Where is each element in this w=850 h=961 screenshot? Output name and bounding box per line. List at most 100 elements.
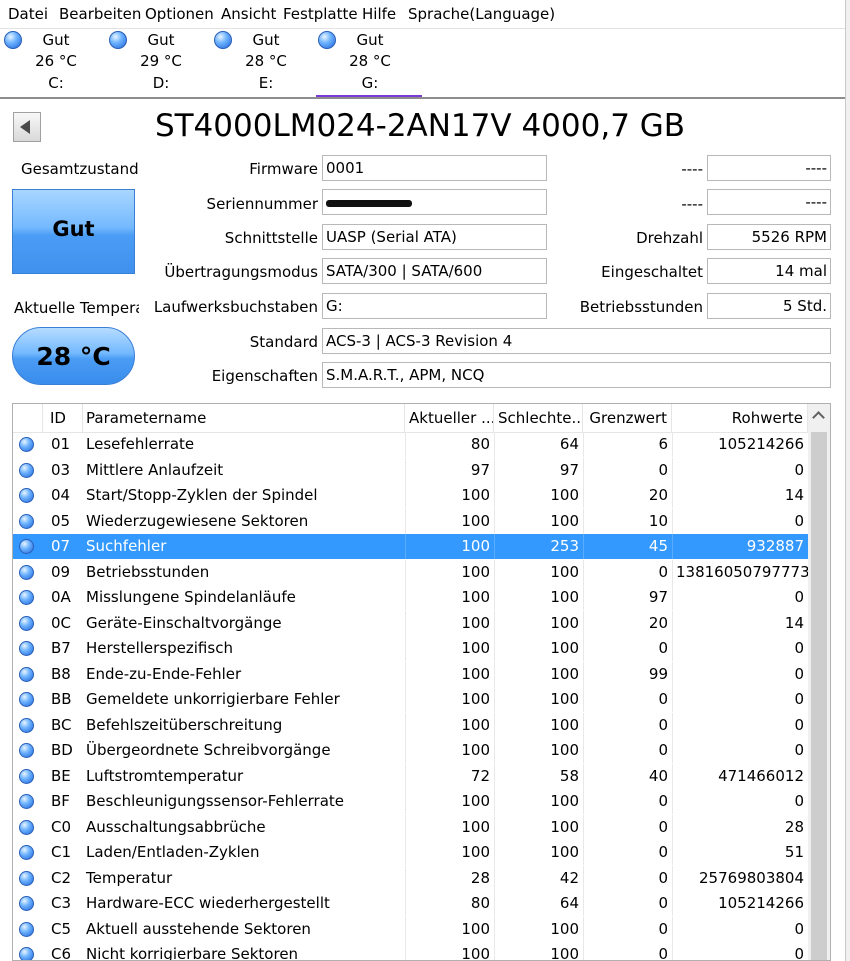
cell-threshold: 0 [658, 562, 668, 581]
cell-threshold: 0 [658, 792, 668, 810]
table-row[interactable]: 07 Suchfehler 100 253 45 932887 [13, 534, 808, 559]
menu-sprache[interactable]: Sprache(Language) [408, 5, 555, 23]
previous-drive-button[interactable] [13, 112, 41, 142]
column-divider [494, 942, 495, 960]
standard-field[interactable]: ACS-3 | ACS-3 Revision 4 [322, 328, 831, 354]
menu-bearbeiten[interactable]: Bearbeiten [59, 5, 141, 23]
power-on-count-field[interactable]: 14 mal [707, 258, 831, 284]
health-status-button[interactable]: Gut [12, 189, 135, 274]
column-divider [494, 712, 495, 738]
table-row[interactable]: C6 Nicht korrigierbare Sektoren 100 100 0 0 [13, 942, 808, 960]
table-row[interactable]: 0C Geräte-Einschaltvorgänge 100 100 20 14 [13, 610, 808, 636]
table-row[interactable]: 04 Start/Stopp-Zyklen der Spindel 100 100 20… [13, 483, 808, 508]
table-row[interactable]: BF Beschleunigungssensor-Fehlerrate 100 100… [13, 789, 808, 814]
transfer-mode-field[interactable]: SATA/300 | SATA/600 [322, 258, 547, 284]
table-row[interactable]: B8 Ende-zu-Ende-Fehler 100 100 99 0 [13, 661, 808, 687]
cell-current: 97 [470, 460, 490, 479]
column-divider [494, 585, 495, 610]
column-divider [583, 687, 584, 712]
cell-id: C1 [51, 843, 72, 861]
table-row[interactable]: B7 Herstellerspezifisch 100 100 0 0 [13, 636, 808, 661]
disk-title: ST4000LM024-2AN17V 4000,7 GB [154, 108, 686, 144]
cell-worst: 100 [550, 562, 579, 581]
drive-tab-d[interactable]: Gut 29 °C D: [107, 29, 207, 95]
unknown-label-2: ---- [681, 195, 703, 213]
unknown-field-1[interactable]: ---- [707, 155, 831, 181]
column-header-name[interactable]: Parametername [83, 404, 405, 432]
table-row[interactable]: 05 Wiederzugewiesene Sektoren 100 100 10 0 [13, 508, 808, 534]
cell-id: BD [51, 741, 73, 759]
column-divider [405, 916, 406, 942]
column-divider [494, 534, 495, 559]
column-divider [405, 763, 406, 789]
column-divider [405, 891, 406, 916]
cell-id: C2 [51, 868, 72, 887]
table-row[interactable]: C1 Laden/Entladen-Zyklen 100 100 0 51 [13, 840, 808, 865]
status-good-icon [19, 488, 34, 503]
column-divider [672, 763, 673, 789]
menu-ansicht[interactable]: Ansicht [221, 5, 276, 23]
smart-attribute-table[interactable]: ID Parametername Aktueller ... Schlechte… [12, 403, 831, 961]
menu-hilfe[interactable]: Hilfe [362, 5, 396, 23]
column-divider [405, 712, 406, 738]
table-row[interactable]: BD Übergeordnete Schreibvorgänge 100 100 0 0 [13, 738, 808, 763]
column-header-current[interactable]: Aktueller ... [405, 404, 494, 432]
column-divider [583, 865, 584, 891]
unknown-field-2[interactable]: ---- [707, 189, 831, 215]
table-row[interactable]: C5 Aktuell ausstehende Sektoren 100 100 0 0 [13, 916, 808, 942]
column-divider [672, 534, 673, 559]
drive-temperature: 28 °C [349, 52, 391, 70]
temperature-indicator[interactable]: 28 °C [12, 327, 135, 385]
cell-worst: 58 [559, 766, 579, 785]
rpm-field[interactable]: 5526 RPM [707, 224, 831, 250]
menu-festplatte[interactable]: Festplatte [283, 5, 358, 23]
column-header-worst[interactable]: Schlechte... [494, 404, 583, 432]
vertical-scrollbar[interactable] [808, 404, 830, 960]
drive-letters-field[interactable]: G: [322, 293, 547, 319]
cell-worst: 100 [550, 639, 579, 657]
table-row[interactable]: 09 Betriebsstunden 100 100 0 138160507977733 [13, 559, 808, 585]
table-row[interactable]: 0A Misslungene Spindelanläufe 100 100 97 0 [13, 585, 808, 610]
table-row[interactable]: 01 Lesefehlerrate 80 64 6 105214266 [13, 432, 808, 457]
drive-tab-g[interactable]: Gut 28 °C G: [316, 29, 422, 97]
scroll-up-button[interactable] [808, 404, 830, 430]
cell-current: 100 [461, 690, 490, 708]
column-header-raw[interactable]: Rohwerte [672, 404, 808, 432]
features-field[interactable]: S.M.A.R.T., APM, NCQ [322, 362, 831, 388]
table-row[interactable]: C0 Ausschaltungsabbrüche 100 100 0 28 [13, 814, 808, 840]
interface-field[interactable]: UASP (Serial ATA) [322, 224, 547, 250]
menu-optionen[interactable]: Optionen [145, 5, 214, 23]
menu-datei[interactable]: Datei [8, 5, 48, 23]
table-row[interactable]: BE Luftstromtemperatur 72 58 40 471466012 [13, 763, 808, 789]
status-good-icon [19, 870, 34, 886]
column-divider [494, 840, 495, 865]
unknown-label-1: ---- [681, 160, 703, 178]
cell-worst: 100 [550, 511, 579, 530]
status-good-icon [318, 31, 336, 49]
chevron-up-icon [812, 411, 825, 424]
drive-temperature: 26 °C [35, 52, 77, 70]
column-header-threshold[interactable]: Grenzwert [583, 404, 672, 432]
serial-field[interactable] [322, 189, 547, 215]
table-row[interactable]: 03 Mittlere Anlaufzeit 97 97 0 0 [13, 457, 808, 483]
drive-tab-e[interactable]: Gut 28 °C E: [212, 29, 312, 95]
cell-raw: 138160507977733 [676, 562, 808, 581]
power-on-hours-field[interactable]: 5 Std. [707, 293, 831, 319]
column-divider [405, 610, 406, 636]
cell-raw: 14 [784, 613, 804, 632]
firmware-field[interactable]: 0001 [322, 155, 547, 181]
column-divider [583, 712, 584, 738]
column-header-id[interactable]: ID [43, 404, 83, 432]
scroll-thumb[interactable] [811, 432, 827, 960]
column-header-status[interactable] [13, 404, 43, 432]
cell-current: 100 [461, 588, 490, 606]
table-row[interactable]: BB Gemeldete unkorrigierbare Fehler 100 100… [13, 687, 808, 712]
cell-current: 80 [470, 894, 490, 912]
table-row[interactable]: C3 Hardware-ECC wiederhergestellt 80 64 0 105… [13, 891, 808, 916]
cell-threshold: 0 [658, 817, 668, 836]
column-divider [583, 789, 584, 814]
drive-tab-c[interactable]: Gut 26 °C C: [2, 29, 102, 95]
table-row[interactable]: C2 Temperatur 28 42 0 25769803804 [13, 865, 808, 891]
column-divider [405, 457, 406, 483]
table-row[interactable]: BC Befehlszeitüberschreitung 100 100 0 0 [13, 712, 808, 738]
